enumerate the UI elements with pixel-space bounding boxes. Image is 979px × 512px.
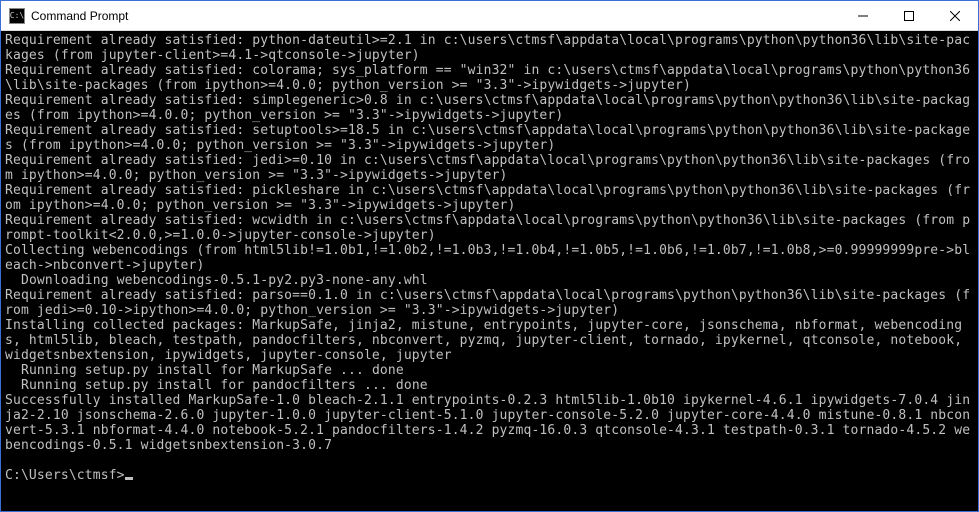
terminal-output: Requirement already satisfied: python-da… <box>5 33 970 453</box>
minimize-button[interactable] <box>840 1 886 30</box>
cursor <box>125 477 133 480</box>
window-titlebar[interactable]: C:\ Command Prompt <box>1 1 978 31</box>
close-button[interactable] <box>932 1 978 30</box>
window-controls <box>840 1 978 30</box>
window-title: Command Prompt <box>31 9 840 23</box>
maximize-button[interactable] <box>886 1 932 30</box>
terminal-prompt: C:\Users\ctmsf> <box>5 468 125 483</box>
cmd-icon: C:\ <box>9 8 25 24</box>
terminal-viewport[interactable]: Requirement already satisfied: python-da… <box>1 31 978 511</box>
